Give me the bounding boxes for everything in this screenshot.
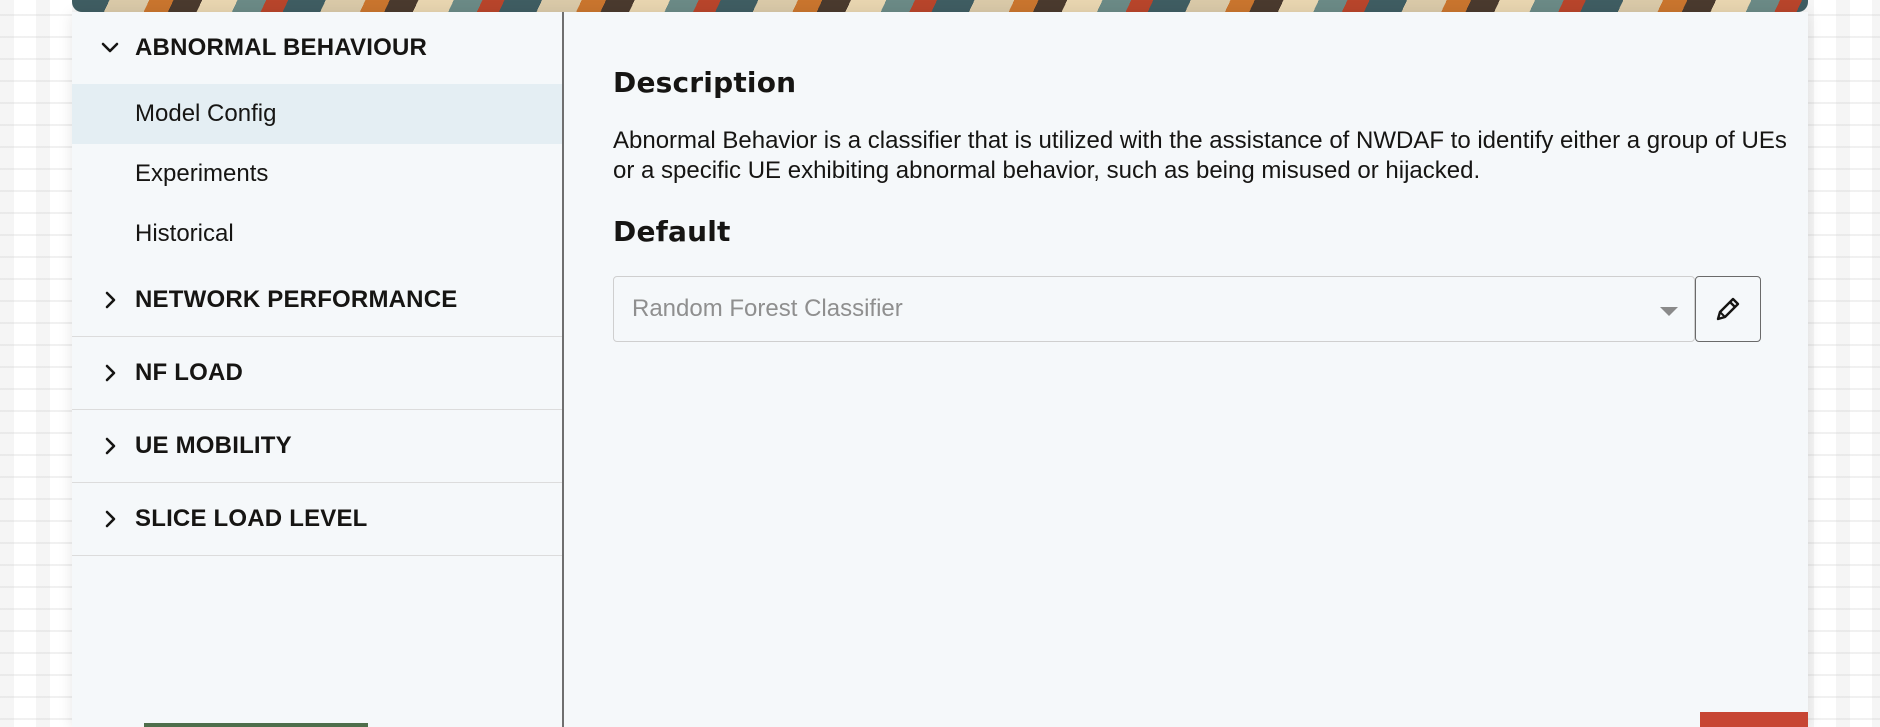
- group-title: ABNORMAL BEHAVIOUR: [135, 34, 428, 61]
- group-network-performance[interactable]: NETWORK PERFORMANCE: [72, 264, 562, 337]
- group-ue-mobility[interactable]: UE MOBILITY: [72, 410, 562, 483]
- chevron-right-icon: [100, 363, 120, 383]
- chevron-right-icon: [100, 436, 120, 456]
- sidebar-item-historical[interactable]: Historical: [72, 204, 562, 264]
- description-text: Abnormal Behavior is a classifier that i…: [613, 127, 1787, 184]
- chevron-down-icon: [100, 38, 120, 58]
- model-config-panel: ABNORMAL BEHAVIOUR Model Config Experime…: [72, 12, 1808, 727]
- default-heading: Default: [613, 215, 731, 248]
- group-nf-load[interactable]: NF LOAD: [72, 337, 562, 410]
- select-value: Random Forest Classifier: [632, 295, 903, 322]
- group-title: SLICE LOAD LEVEL: [135, 505, 368, 532]
- chevron-right-icon: [100, 509, 120, 529]
- edit-button[interactable]: [1695, 276, 1761, 342]
- group-slice-load-level[interactable]: SLICE LOAD LEVEL: [72, 483, 562, 556]
- footer-action-button[interactable]: [1700, 712, 1808, 727]
- description-heading: Description: [613, 66, 797, 99]
- group-title: NETWORK PERFORMANCE: [135, 286, 458, 313]
- group-abnormal-behaviour[interactable]: ABNORMAL BEHAVIOUR: [72, 12, 562, 84]
- chevron-right-icon: [100, 290, 120, 310]
- header-banner-image: [72, 0, 1808, 12]
- footer-accent-bar: [144, 723, 368, 727]
- sidebar-item-experiments[interactable]: Experiments: [72, 144, 562, 204]
- group-title: UE MOBILITY: [135, 432, 292, 459]
- pencil-icon: [1713, 294, 1743, 324]
- sidebar: ABNORMAL BEHAVIOUR Model Config Experime…: [72, 12, 564, 727]
- caret-down-icon: [1660, 307, 1678, 316]
- group-title: NF LOAD: [135, 359, 244, 386]
- sidebar-item-model-config[interactable]: Model Config: [72, 84, 562, 144]
- default-model-select[interactable]: Random Forest Classifier: [613, 276, 1695, 342]
